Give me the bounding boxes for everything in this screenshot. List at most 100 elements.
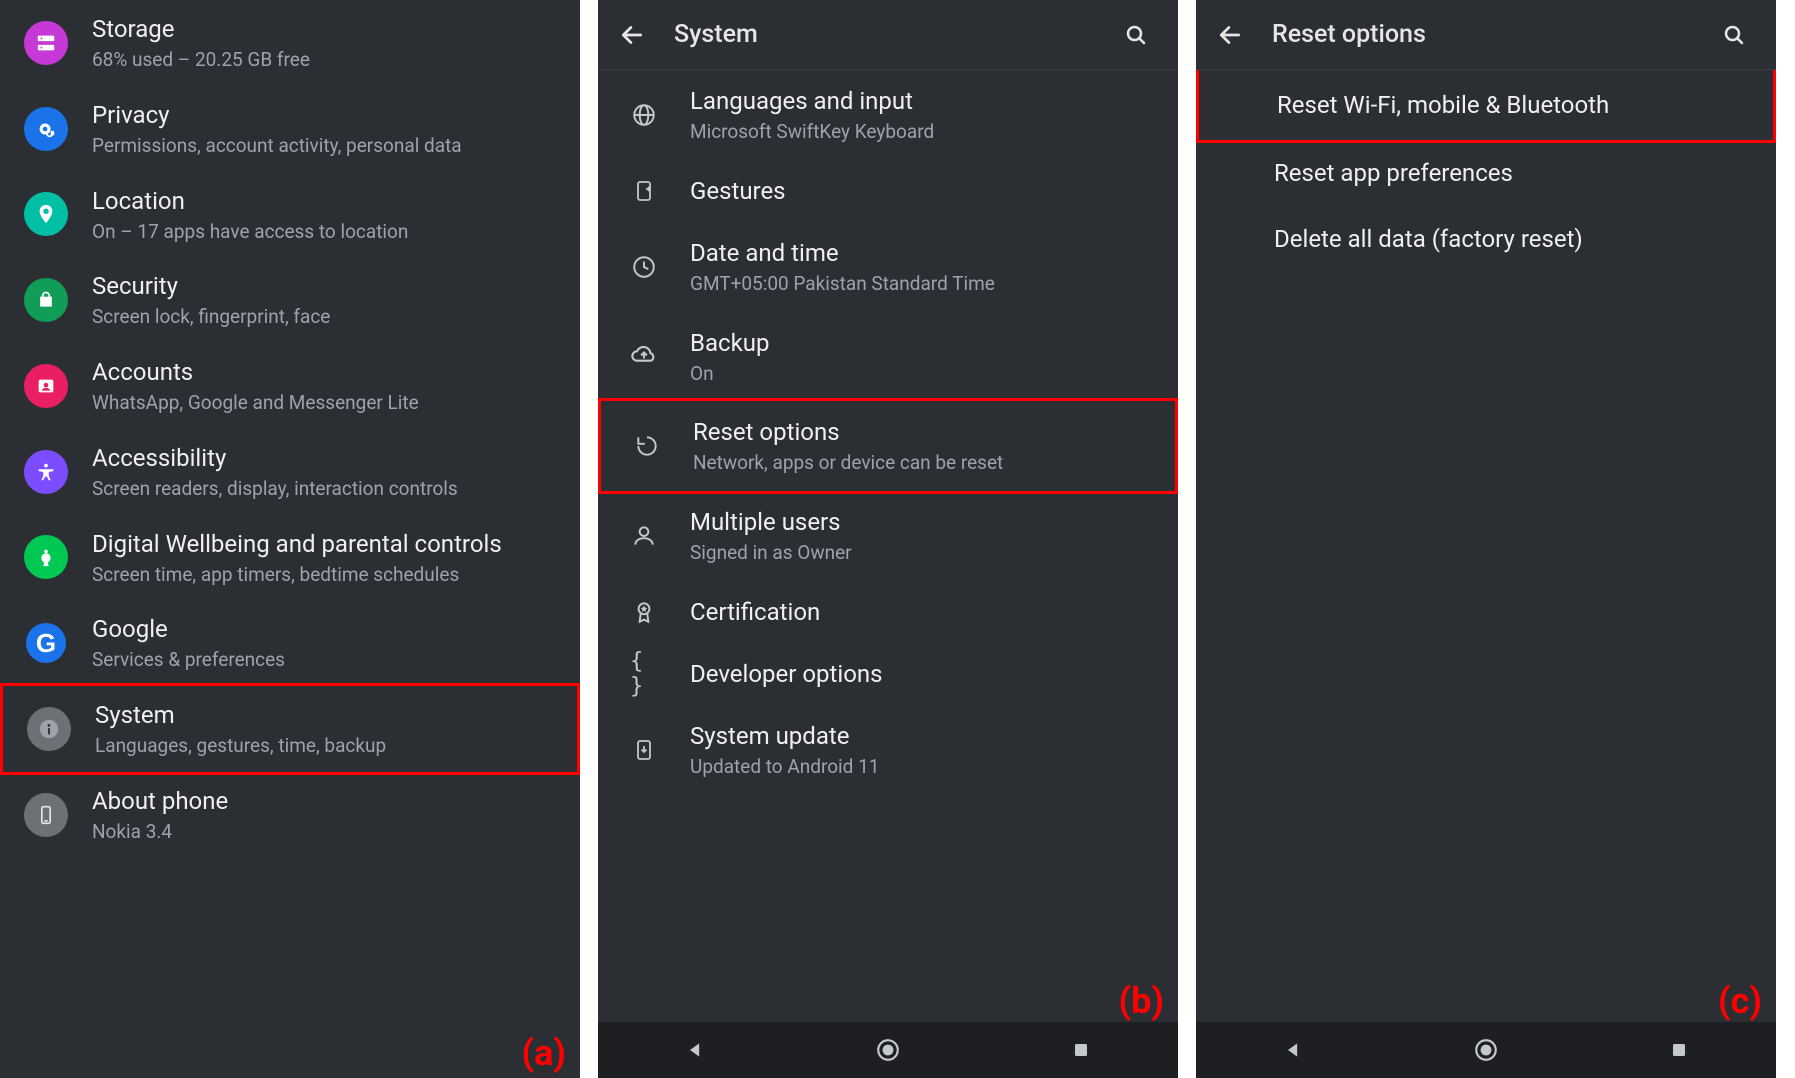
row-title: Backup xyxy=(690,328,1158,358)
nav-back[interactable] xyxy=(1248,1030,1338,1070)
row-title: Accessibility xyxy=(92,443,560,473)
row-sub: Nokia 3.4 xyxy=(92,820,560,844)
panel-a: Storage 68% used – 20.25 GB free Privacy… xyxy=(0,0,580,1078)
system-row-gestures[interactable]: Gestures xyxy=(598,160,1178,222)
svg-text:G: G xyxy=(36,628,56,658)
system-row-update[interactable]: System update Updated to Android 11 xyxy=(598,705,1178,795)
system-row-cert[interactable]: Certification xyxy=(598,581,1178,643)
header-b: System xyxy=(598,0,1178,70)
settings-row-privacy[interactable]: Privacy Permissions, account activity, p… xyxy=(0,86,580,172)
nav-home[interactable] xyxy=(1441,1030,1531,1070)
search-button[interactable] xyxy=(1712,13,1756,57)
settings-row-wellbeing[interactable]: Digital Wellbeing and parental controls … xyxy=(0,515,580,601)
location-icon xyxy=(24,192,68,236)
privacy-icon xyxy=(24,107,68,151)
accounts-icon xyxy=(24,364,68,408)
settings-row-system[interactable]: System Languages, gestures, time, backup xyxy=(0,683,580,775)
nav-bar-c xyxy=(1196,1022,1776,1078)
settings-row-accounts[interactable]: Accounts WhatsApp, Google and Messenger … xyxy=(0,343,580,429)
row-sub: Languages, gestures, time, backup xyxy=(95,734,557,758)
row-title: Developer options xyxy=(690,659,1158,689)
system-icon xyxy=(27,707,71,751)
row-title: System update xyxy=(690,721,1158,751)
reset-row-wifi[interactable]: Reset Wi-Fi, mobile & Bluetooth xyxy=(1196,70,1776,143)
row-title: Accounts xyxy=(92,357,560,387)
system-row-dev[interactable]: { } Developer options xyxy=(598,643,1178,705)
settings-row-google[interactable]: G Google Services & preferences xyxy=(0,600,580,686)
row-title: System xyxy=(95,700,557,730)
row-sub: Microsoft SwiftKey Keyboard xyxy=(690,120,1158,144)
row-sub: GMT+05:00 Pakistan Standard Time xyxy=(690,272,1158,296)
panel-caption-a: (a) xyxy=(522,1032,567,1074)
clock-icon xyxy=(630,253,658,281)
about-icon xyxy=(24,793,68,837)
settings-row-location[interactable]: Location On – 17 apps have access to loc… xyxy=(0,172,580,258)
row-title: Certification xyxy=(690,597,1158,627)
accessibility-icon xyxy=(24,450,68,494)
person-icon xyxy=(630,522,658,550)
cert-icon xyxy=(630,598,658,626)
row-sub: Screen lock, fingerprint, face xyxy=(92,305,560,329)
panel-b: System Languages and input Microsoft Swi… xyxy=(598,0,1178,1078)
row-title: Date and time xyxy=(690,238,1158,268)
back-button[interactable] xyxy=(1206,11,1254,59)
row-title: Languages and input xyxy=(690,86,1158,116)
nav-bar-b xyxy=(598,1022,1178,1078)
row-sub: Services & preferences xyxy=(92,648,560,672)
row-title: Privacy xyxy=(92,100,560,130)
settings-list-a: Storage 68% used – 20.25 GB free Privacy… xyxy=(0,0,580,1078)
reset-list: Reset Wi-Fi, mobile & Bluetooth Reset ap… xyxy=(1196,70,1776,1022)
row-title: About phone xyxy=(92,786,560,816)
back-button[interactable] xyxy=(608,11,656,59)
system-row-backup[interactable]: Backup On xyxy=(598,312,1178,402)
nav-recent[interactable] xyxy=(1634,1030,1724,1070)
system-row-users[interactable]: Multiple users Signed in as Owner xyxy=(598,491,1178,581)
row-title: Reset options xyxy=(693,417,1155,447)
update-icon xyxy=(630,736,658,764)
row-sub: Screen readers, display, interaction con… xyxy=(92,477,560,501)
language-icon xyxy=(630,101,658,129)
row-sub: WhatsApp, Google and Messenger Lite xyxy=(92,391,560,415)
row-title: Multiple users xyxy=(690,507,1158,537)
row-sub: Updated to Android 11 xyxy=(690,755,1158,779)
row-title: Reset app preferences xyxy=(1274,158,1756,188)
row-sub: Network, apps or device can be reset xyxy=(693,451,1155,475)
dev-icon: { } xyxy=(630,660,658,688)
reset-row-factory[interactable]: Delete all data (factory reset) xyxy=(1196,206,1776,272)
row-sub: On xyxy=(690,362,1158,386)
reset-row-app-prefs[interactable]: Reset app preferences xyxy=(1196,140,1776,206)
panel-c: Reset options Reset Wi-Fi, mobile & Blue… xyxy=(1196,0,1776,1078)
nav-back[interactable] xyxy=(650,1030,740,1070)
row-title: Digital Wellbeing and parental controls xyxy=(92,529,560,559)
row-title: Delete all data (factory reset) xyxy=(1274,224,1756,254)
system-row-date[interactable]: Date and time GMT+05:00 Pakistan Standar… xyxy=(598,222,1178,312)
system-row-reset[interactable]: Reset options Network, apps or device ca… xyxy=(598,398,1178,494)
backup-icon xyxy=(630,342,658,370)
settings-row-about[interactable]: About phone Nokia 3.4 xyxy=(0,772,580,858)
row-sub: On – 17 apps have access to location xyxy=(92,220,560,244)
header-c: Reset options xyxy=(1196,0,1776,70)
row-title: Location xyxy=(92,186,560,216)
row-sub: 68% used – 20.25 GB free xyxy=(92,48,560,72)
nav-recent[interactable] xyxy=(1036,1030,1126,1070)
row-title: Security xyxy=(92,271,560,301)
settings-row-accessibility[interactable]: Accessibility Screen readers, display, i… xyxy=(0,429,580,515)
wellbeing-icon xyxy=(24,535,68,579)
system-row-languages[interactable]: Languages and input Microsoft SwiftKey K… xyxy=(598,70,1178,160)
security-icon xyxy=(24,278,68,322)
nav-home[interactable] xyxy=(843,1030,933,1070)
google-icon: G xyxy=(24,621,68,665)
system-list: Languages and input Microsoft SwiftKey K… xyxy=(598,70,1178,1022)
row-title: Gestures xyxy=(690,176,1158,206)
header-title: Reset options xyxy=(1272,20,1712,49)
row-title: Google xyxy=(92,614,560,644)
header-title: System xyxy=(674,20,1114,49)
panel-caption-b: (b) xyxy=(1119,980,1164,1022)
reset-icon xyxy=(633,432,661,460)
settings-row-security[interactable]: Security Screen lock, fingerprint, face xyxy=(0,257,580,343)
search-button[interactable] xyxy=(1114,13,1158,57)
settings-row-storage[interactable]: Storage 68% used – 20.25 GB free xyxy=(0,0,580,86)
row-sub: Screen time, app timers, bedtime schedul… xyxy=(92,563,560,587)
storage-icon xyxy=(24,21,68,65)
row-title: Reset Wi-Fi, mobile & Bluetooth xyxy=(1277,90,1753,120)
